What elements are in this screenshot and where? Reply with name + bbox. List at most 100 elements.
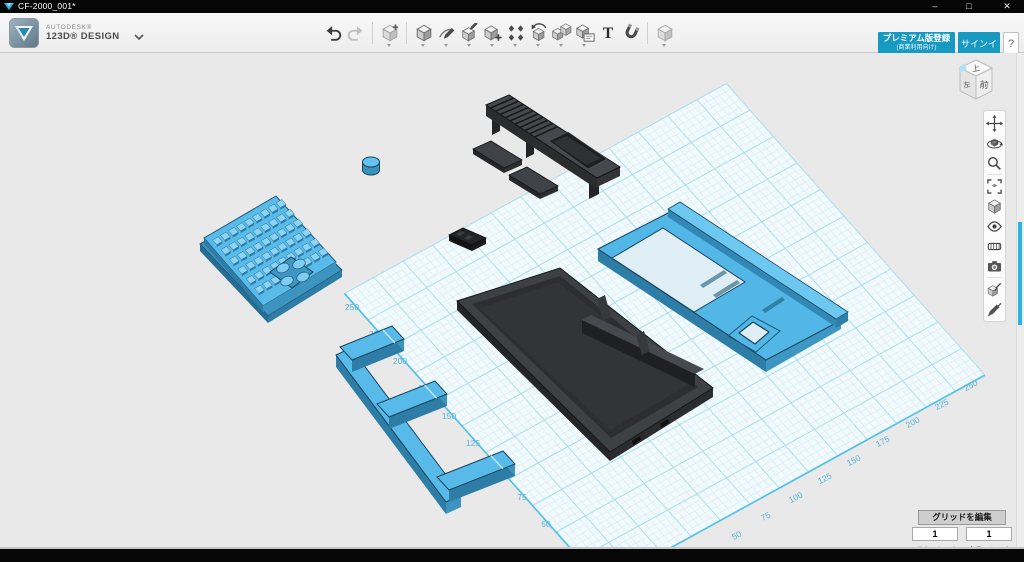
- shading-button[interactable]: [985, 196, 1004, 216]
- show-all-icon: [986, 238, 1003, 255]
- zoom-button[interactable]: [985, 153, 1004, 173]
- svg-text:50: 50: [730, 529, 743, 542]
- screenshot-button[interactable]: [985, 256, 1004, 276]
- material-icon: [986, 281, 1003, 298]
- viewport-3d[interactable]: 250 225 200 175 150 125 100 75 50 250 22…: [0, 53, 1024, 547]
- scrollbar-thumb[interactable]: [1018, 222, 1022, 325]
- angle-snap-input[interactable]: [966, 527, 1012, 541]
- brand-company: AUTODESK®: [46, 24, 120, 31]
- svg-text:150: 150: [442, 411, 456, 421]
- hide-button[interactable]: [985, 216, 1004, 236]
- insert-icon: [380, 23, 400, 43]
- title-bar: CF-2000_001* – □ ✕: [0, 0, 1024, 13]
- close-button[interactable]: ✕: [994, 0, 1020, 13]
- svg-text:50: 50: [541, 519, 551, 529]
- svg-text:100: 100: [787, 490, 804, 505]
- rail-separator: [987, 174, 1002, 175]
- primitives-button[interactable]: [412, 19, 435, 47]
- snap-icon: [617, 20, 644, 47]
- part-round-button[interactable]: [363, 157, 380, 175]
- dropdown-caret-icon: [513, 44, 517, 47]
- app-logo-icon: [4, 2, 14, 11]
- fit-view-icon: [986, 178, 1003, 195]
- group-button[interactable]: [527, 19, 550, 47]
- part-keyboard[interactable]: [200, 196, 342, 323]
- maximize-button[interactable]: □: [956, 0, 982, 13]
- construct-icon: [460, 23, 480, 43]
- part-strip-2[interactable]: [509, 167, 558, 199]
- primitives-icon: [414, 23, 434, 43]
- svg-text:125: 125: [466, 438, 480, 448]
- rail-separator: [987, 277, 1002, 278]
- dropdown-caret-icon: [421, 44, 425, 47]
- combine-icon: [552, 23, 572, 43]
- kit-button[interactable]: [653, 19, 676, 47]
- dropdown-caret-icon: [444, 44, 448, 47]
- screenshot-icon: [986, 258, 1003, 275]
- window-title: CF-2000_001*: [18, 1, 76, 11]
- orbit-icon: [986, 135, 1003, 152]
- undo-icon: [323, 23, 343, 43]
- view-cube[interactable]: 上 前 左: [954, 57, 998, 105]
- length-snap-input[interactable]: [912, 527, 958, 541]
- show-all-button[interactable]: [985, 236, 1004, 256]
- toolbar-separator: [647, 22, 648, 44]
- orbit-button[interactable]: [985, 133, 1004, 153]
- pattern-button[interactable]: [504, 19, 527, 47]
- sketch-button[interactable]: [435, 19, 458, 47]
- shading-icon: [986, 198, 1003, 215]
- svg-text:175: 175: [874, 434, 891, 449]
- svg-text:75: 75: [517, 492, 527, 502]
- pan-button[interactable]: [985, 113, 1004, 133]
- dropdown-caret-icon: [662, 44, 666, 47]
- fit-view-button[interactable]: [985, 176, 1004, 196]
- redo-icon: [346, 23, 366, 43]
- tool-strip: T: [321, 19, 676, 47]
- measure-button[interactable]: [573, 19, 596, 47]
- pan-icon: [986, 115, 1003, 132]
- modify-button[interactable]: [481, 19, 504, 47]
- dropdown-caret-icon: [582, 44, 586, 47]
- navigation-rail: [983, 110, 1006, 322]
- undo-button[interactable]: [321, 19, 344, 47]
- main-toolbar: AUTODESK® 123D® DESIGN T プレミアム版登録 (商業利用向…: [0, 13, 1024, 53]
- grid-edit-button[interactable]: グリッドを編集: [918, 510, 1006, 525]
- dropdown-caret-icon: [490, 44, 494, 47]
- dropdown-caret-icon: [387, 44, 391, 47]
- toolbar-separator: [406, 22, 407, 44]
- scrollbar-track[interactable]: [1016, 53, 1024, 547]
- svg-text:上: 上: [971, 63, 980, 73]
- minimize-button[interactable]: –: [922, 0, 948, 13]
- insert-button[interactable]: [378, 19, 401, 47]
- svg-text:前: 前: [979, 79, 989, 91]
- svg-text:250: 250: [345, 302, 359, 312]
- kit-icon: [655, 23, 675, 43]
- brand-product: 123D® DESIGN: [46, 31, 120, 42]
- dropdown-caret-icon: [559, 44, 563, 47]
- svg-text:T: T: [602, 25, 613, 42]
- measure-icon: [575, 23, 595, 43]
- svg-text:125: 125: [816, 471, 833, 486]
- scene-canvas[interactable]: 250 225 200 175 150 125 100 75 50 250 22…: [0, 53, 1024, 547]
- redo-button[interactable]: [344, 19, 367, 47]
- material-button[interactable]: [985, 279, 1004, 299]
- autodesk-123d-logo-icon: [9, 18, 39, 48]
- construct-button[interactable]: [458, 19, 481, 47]
- premium-sublabel: (商業利用向け): [878, 45, 955, 51]
- combine-button[interactable]: [550, 19, 573, 47]
- svg-text:200: 200: [393, 356, 407, 366]
- sketch-icon: [437, 23, 457, 43]
- brand-menu-chevron-icon: [134, 34, 144, 40]
- group-icon: [529, 23, 549, 43]
- premium-label: プレミアム版登録: [878, 32, 955, 45]
- snap-button[interactable]: [619, 19, 642, 47]
- app-menu[interactable]: AUTODESK® 123D® DESIGN: [9, 18, 144, 48]
- part-strip-1[interactable]: [473, 141, 522, 173]
- toolbar-separator: [372, 22, 373, 44]
- text-tool-button[interactable]: T: [596, 19, 619, 47]
- text-tool-icon: T: [598, 23, 618, 43]
- hide-icon: [986, 218, 1003, 235]
- modify-icon: [483, 23, 503, 43]
- sketch-visibility-button[interactable]: [985, 299, 1004, 319]
- grid-edit-panel: グリッドを編集 長さスナップ 角度スナップ: [912, 510, 1012, 547]
